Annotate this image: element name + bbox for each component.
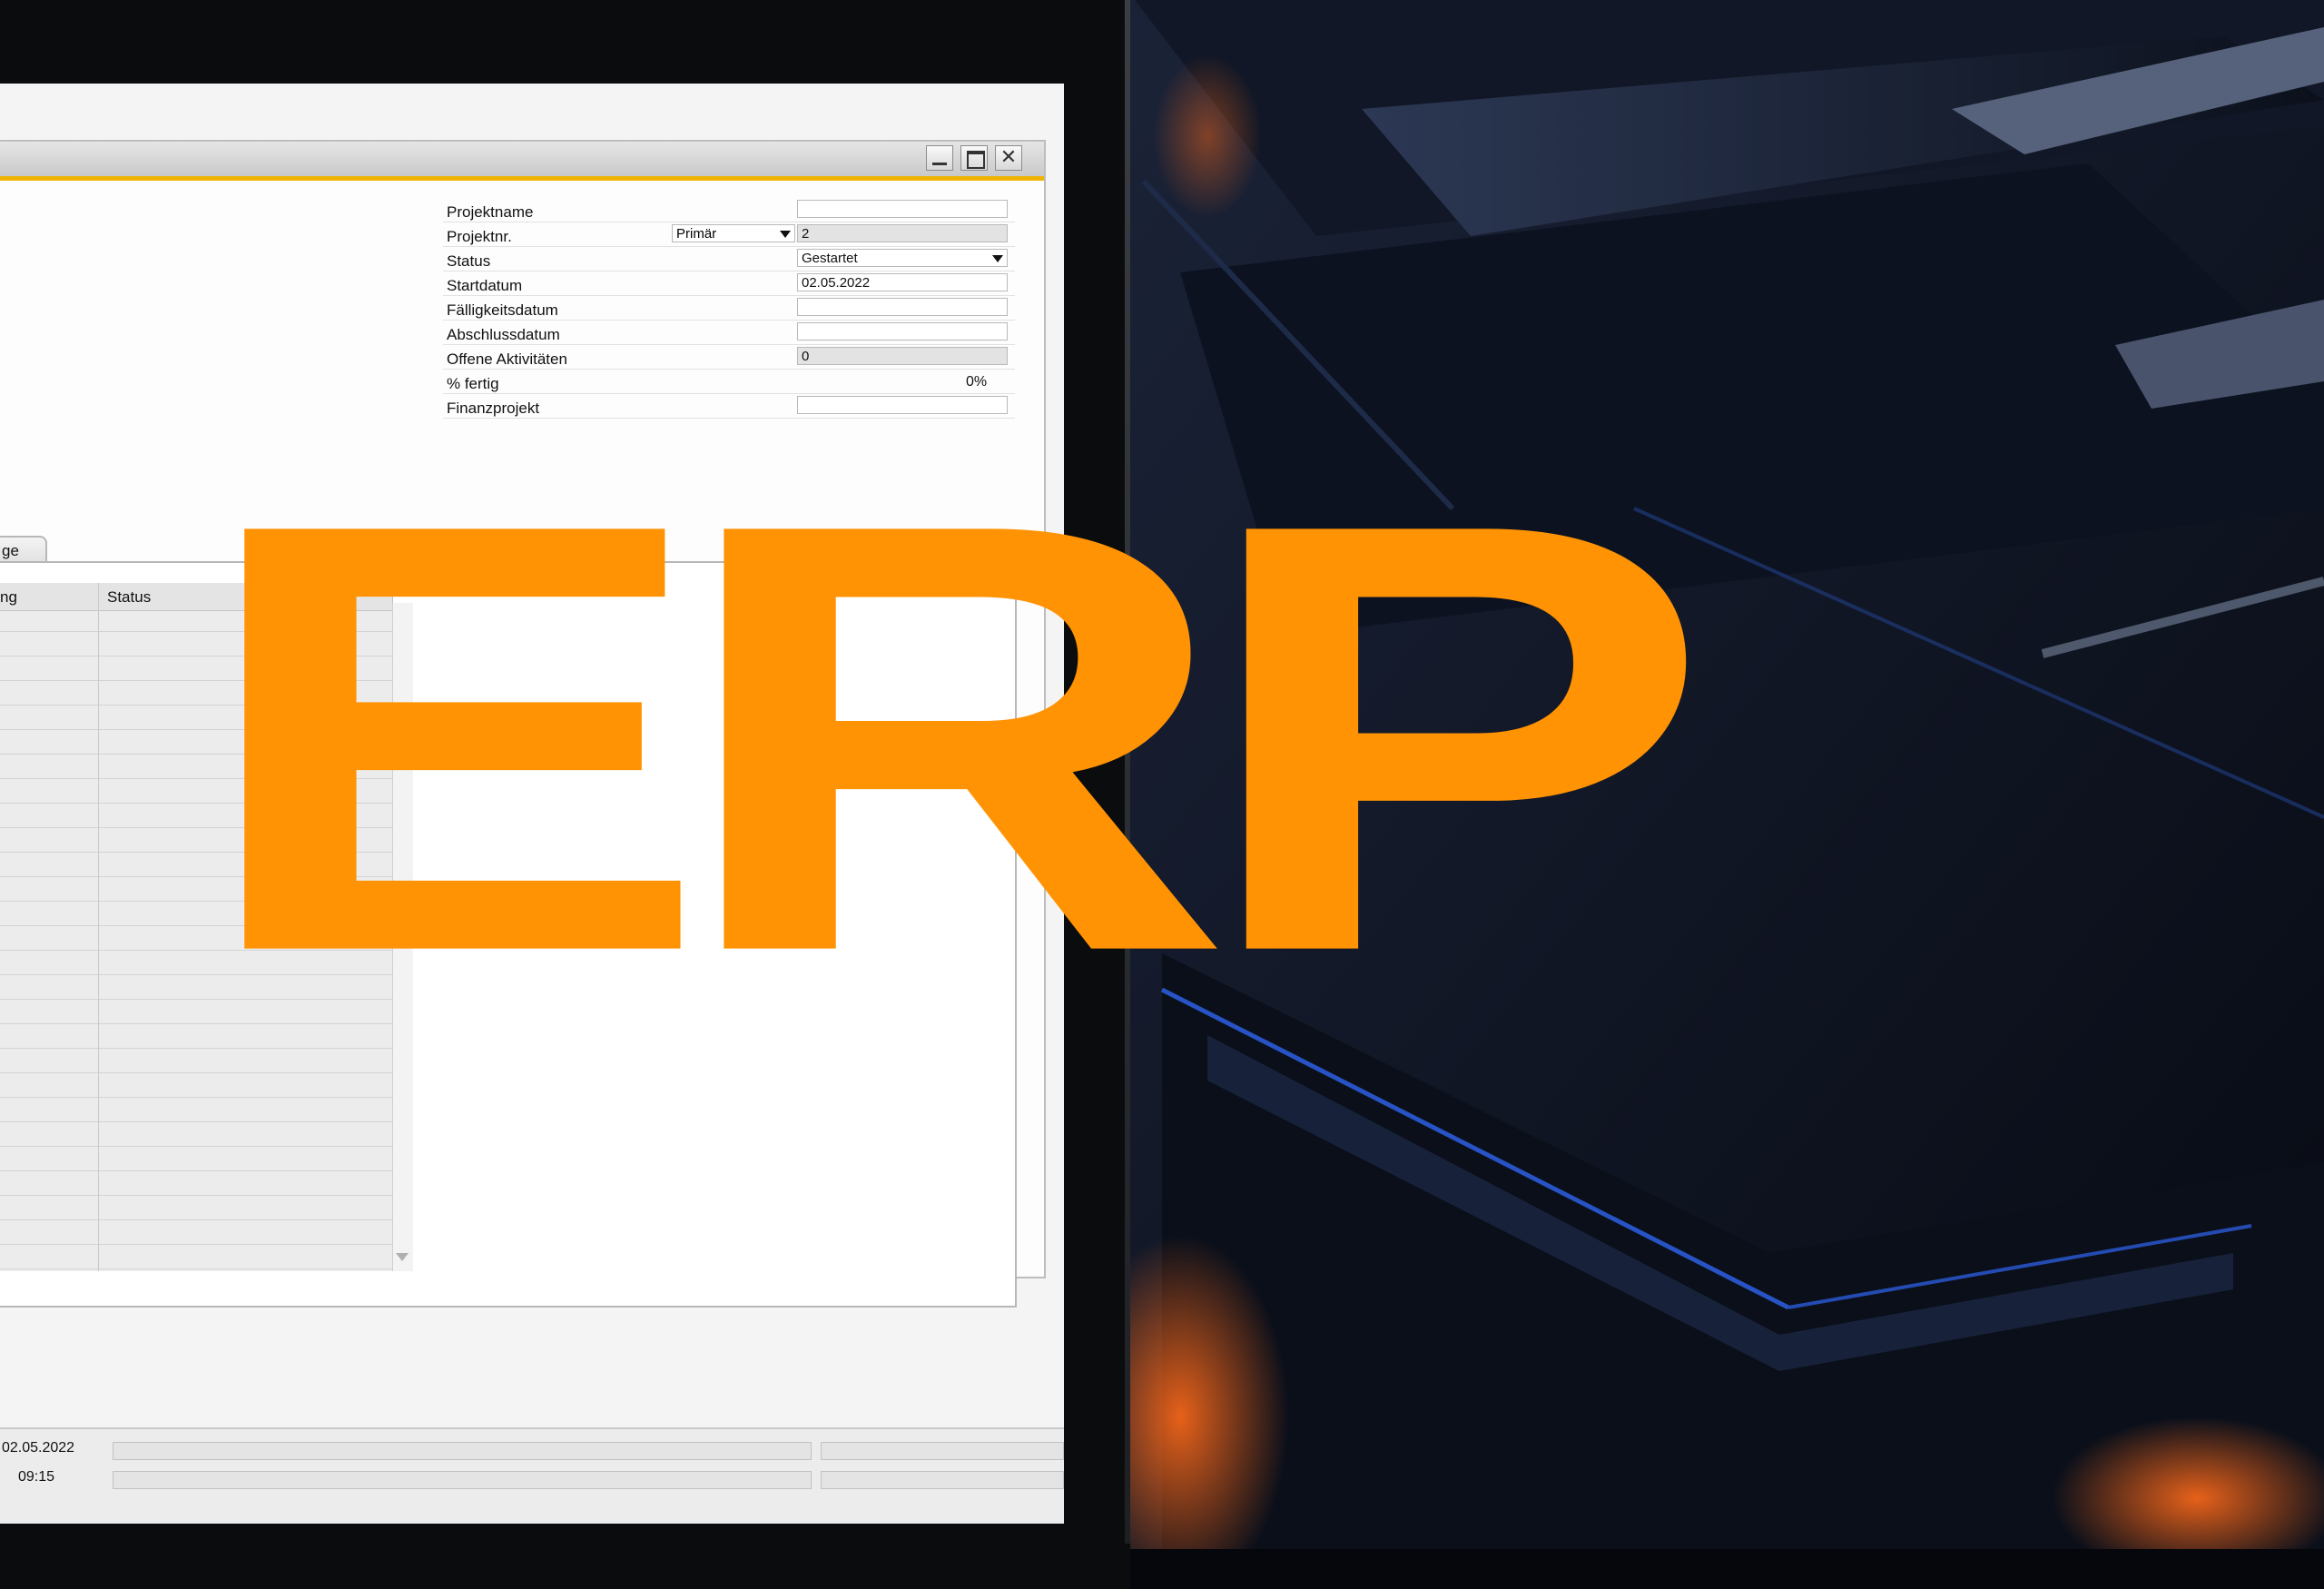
status-field-1 xyxy=(113,1442,812,1460)
scroll-down-icon[interactable] xyxy=(396,1253,409,1261)
minimize-glyph xyxy=(932,163,947,165)
faelligkeitsdatum-input[interactable] xyxy=(797,298,1008,316)
label-prozent-fertig: % fertig xyxy=(447,375,499,392)
row-offene-aktivitaeten: Offene Aktivitäten 0 xyxy=(443,345,1015,370)
maximize-icon[interactable] xyxy=(960,145,988,171)
row-status: Status Gestartet xyxy=(443,247,1015,271)
status-select[interactable]: Gestartet xyxy=(797,249,1008,267)
prozent-fertig-value: 0% xyxy=(966,374,988,390)
status-time: 09:15 xyxy=(18,1469,55,1485)
row-projektname: Projektname xyxy=(443,198,1015,222)
close-icon[interactable]: ✕ xyxy=(995,145,1022,171)
label-startdatum: Startdatum xyxy=(447,277,523,294)
label-status: Status xyxy=(447,252,491,270)
minimize-icon[interactable] xyxy=(926,145,953,171)
column-separator xyxy=(98,583,99,1271)
window-titlebar[interactable]: ✕ xyxy=(0,142,1044,181)
status-value: Gestartet xyxy=(802,251,858,266)
abschlussdatum-input[interactable] xyxy=(797,322,1008,340)
chevron-down-icon xyxy=(780,231,791,238)
tab-overview[interactable]: ge xyxy=(0,536,47,563)
series-value: Primär xyxy=(676,226,717,242)
label-projektname: Projektname xyxy=(447,203,534,221)
label-abschlussdatum: Abschlussdatum xyxy=(447,326,560,343)
offene-aktivitaeten-input: 0 xyxy=(797,347,1008,365)
status-bar: 02.05.2022 09:15 xyxy=(0,1427,1064,1524)
column-header-status[interactable]: Status xyxy=(107,588,151,607)
startdatum-input[interactable]: 02.05.2022 xyxy=(797,273,1008,291)
project-header-fields: Projektname Projektnr. Primär 2 Status G… xyxy=(443,198,1015,419)
erp-logo: ERP xyxy=(192,396,1712,1079)
projektname-input[interactable] xyxy=(797,200,1008,218)
status-field-3 xyxy=(113,1471,812,1489)
row-startdatum: Startdatum 02.05.2022 xyxy=(443,271,1015,296)
status-field-2 xyxy=(821,1442,1064,1460)
row-abschlussdatum: Abschlussdatum xyxy=(443,321,1015,345)
chevron-down-icon xyxy=(992,255,1003,262)
projektnr-input[interactable]: 2 xyxy=(797,224,1008,242)
column-header-1[interactable]: ng xyxy=(0,588,17,607)
status-field-4 xyxy=(821,1471,1064,1489)
row-prozent-fertig: % fertig 0% xyxy=(443,370,1015,394)
row-projektnr: Projektnr. Primär 2 xyxy=(443,222,1015,247)
series-select[interactable]: Primär xyxy=(672,224,795,242)
label-faelligkeitsdatum: Fälligkeitsdatum xyxy=(447,301,558,319)
status-date: 02.05.2022 xyxy=(2,1440,75,1456)
maximize-glyph xyxy=(967,151,985,169)
label-offene-aktivitaeten: Offene Aktivitäten xyxy=(447,350,567,368)
row-faelligkeitsdatum: Fälligkeitsdatum xyxy=(443,296,1015,321)
label-projektnr: Projektnr. xyxy=(447,228,512,245)
